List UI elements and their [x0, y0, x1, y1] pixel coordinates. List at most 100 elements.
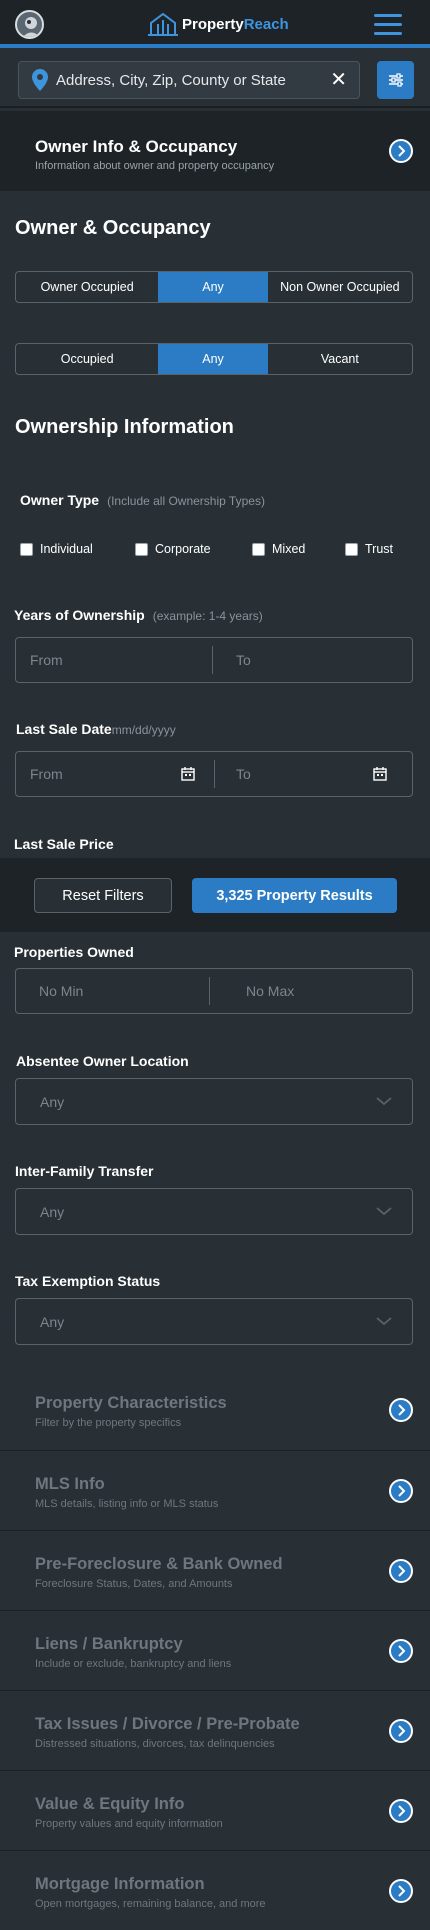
section-pre-foreclosure[interactable]: Pre-Foreclosure & Bank Owned Foreclosure…: [0, 1530, 430, 1610]
properties-max-input[interactable]: No Max: [246, 983, 294, 999]
checkbox-trust[interactable]: Trust: [345, 542, 393, 556]
checkbox-mixed[interactable]: Mixed: [252, 542, 305, 556]
clear-icon[interactable]: ✕: [330, 69, 347, 91]
chevron-right-icon[interactable]: [389, 1559, 413, 1583]
range-divider: [214, 760, 215, 788]
section-subtitle: Filter by the property specifics: [35, 1417, 182, 1429]
range-divider: [209, 977, 210, 1005]
calendar-icon[interactable]: [181, 767, 195, 781]
section-property-characteristics[interactable]: Property Characteristics Filter by the p…: [0, 1370, 430, 1450]
segment-vacant[interactable]: Vacant: [268, 344, 412, 374]
chevron-right-icon[interactable]: [389, 139, 413, 163]
tax-exemption-select[interactable]: Any: [15, 1298, 413, 1345]
reset-filters-button[interactable]: Reset Filters: [34, 878, 172, 913]
properties-owned-label: Properties Owned: [14, 944, 134, 960]
logo-text-property: Property: [182, 15, 244, 33]
calendar-icon[interactable]: [373, 767, 387, 781]
chevron-right-icon[interactable]: [389, 1719, 413, 1743]
logo-text: PropertyReach: [182, 16, 289, 33]
section-mls-info[interactable]: MLS Info MLS details, listing info or ML…: [0, 1450, 430, 1530]
search-bar-area: ✕: [0, 52, 430, 108]
checkbox-label: Mixed: [272, 542, 306, 556]
owner-type-checkboxes: Individual Corporate Mixed Trust: [20, 542, 420, 560]
select-value: Any: [40, 1314, 65, 1330]
last-sale-date-hint: mm/dd/yyyy: [111, 723, 176, 737]
absentee-owner-select[interactable]: Any: [15, 1078, 413, 1125]
checkbox-box[interactable]: [252, 542, 265, 556]
logo-text-reach: Reach: [243, 15, 289, 33]
checkbox-box[interactable]: [345, 542, 358, 556]
logo-house-icon: [148, 12, 178, 36]
top-bar: PropertyReach: [0, 0, 430, 48]
location-pin-icon: [32, 69, 48, 91]
chevron-down-icon: [376, 1207, 392, 1216]
menu-icon[interactable]: [374, 14, 402, 36]
owner-type-label: Owner Type (Include all Ownership Types): [20, 492, 265, 508]
property-results-button[interactable]: 3,325 Property Results: [192, 878, 397, 913]
section-value-equity[interactable]: Value & Equity Info Property values and …: [0, 1770, 430, 1850]
filter-settings-button[interactable]: [377, 61, 414, 99]
chevron-right-icon[interactable]: [389, 1879, 413, 1903]
tax-exemption-label: Tax Exemption Status: [15, 1273, 161, 1289]
section-subtitle: Foreclosure Status, Dates, and Amounts: [35, 1578, 233, 1590]
last-sale-date-label: Last Sale Datemm/dd/yyyy: [16, 721, 176, 737]
logo[interactable]: PropertyReach: [148, 11, 289, 37]
last-sale-price-label: Last Sale Price: [14, 836, 114, 852]
last-sale-date-label-text: Last Sale Date: [16, 721, 112, 737]
segment-occupied-any[interactable]: Any: [158, 344, 268, 374]
segment-non-owner-occupied[interactable]: Non Owner Occupied: [268, 272, 412, 302]
section-title: Mortgage Information: [35, 1875, 205, 1893]
years-to-input[interactable]: To: [236, 652, 251, 668]
ownership-info-heading: Ownership Information: [15, 416, 234, 438]
chevron-right-icon[interactable]: [389, 1398, 413, 1422]
checkbox-box[interactable]: [20, 542, 33, 556]
chevron-down-icon: [376, 1097, 392, 1106]
segment-occupied[interactable]: Occupied: [16, 344, 158, 374]
section-title: Property Characteristics: [35, 1394, 227, 1412]
section-mortgage-info[interactable]: Mortgage Information Open mortgages, rem…: [0, 1850, 430, 1930]
chevron-right-icon[interactable]: [389, 1799, 413, 1823]
results-action-bar: Reset Filters 3,325 Property Results: [0, 858, 430, 932]
section-title: Owner Info & Occupancy: [35, 137, 238, 156]
sale-date-to-input[interactable]: To: [236, 766, 251, 782]
owner-type-hint: (Include all Ownership Types): [107, 494, 265, 508]
section-title: MLS Info: [35, 1475, 105, 1493]
section-title: Liens / Bankruptcy: [35, 1635, 183, 1653]
years-ownership-label-text: Years of Ownership: [14, 607, 145, 623]
section-title: Value & Equity Info: [35, 1795, 185, 1813]
chevron-right-icon[interactable]: [389, 1479, 413, 1503]
checkbox-individual[interactable]: Individual: [20, 542, 93, 556]
section-subtitle: Information about owner and property occ…: [35, 160, 275, 172]
segment-owner-any[interactable]: Any: [158, 272, 268, 302]
chevron-down-icon: [376, 1317, 392, 1326]
inter-family-select[interactable]: Any: [15, 1188, 413, 1235]
sale-date-from-input[interactable]: From: [30, 766, 63, 782]
occupancy-toggle: Occupied Any Vacant: [15, 343, 413, 375]
section-title: Tax Issues / Divorce / Pre-Probate: [35, 1715, 300, 1733]
years-from-input[interactable]: From: [30, 652, 63, 668]
owner-occupied-toggle: Owner Occupied Any Non Owner Occupied: [15, 271, 413, 303]
section-owner-info[interactable]: Owner Info & Occupancy Information about…: [0, 111, 430, 191]
section-title: Pre-Foreclosure & Bank Owned: [35, 1555, 283, 1573]
owner-occupancy-heading: Owner & Occupancy: [15, 217, 211, 239]
owner-type-label-text: Owner Type: [20, 492, 100, 508]
properties-min-input[interactable]: No Min: [39, 983, 83, 999]
avatar[interactable]: [15, 10, 44, 39]
search-input[interactable]: [56, 71, 326, 89]
section-liens-bankruptcy[interactable]: Liens / Bankruptcy Include or exclude, b…: [0, 1610, 430, 1690]
section-subtitle: Property values and equity information: [35, 1818, 223, 1830]
segment-owner-occupied[interactable]: Owner Occupied: [16, 272, 158, 302]
range-divider: [212, 646, 213, 674]
checkbox-label: Individual: [40, 542, 93, 556]
section-subtitle: Distressed situations, divorces, tax del…: [35, 1738, 275, 1750]
years-ownership-label: Years of Ownership (example: 1-4 years): [14, 607, 263, 623]
checkbox-corporate[interactable]: Corporate: [135, 542, 211, 556]
section-tax-issues[interactable]: Tax Issues / Divorce / Pre-Probate Distr…: [0, 1690, 430, 1770]
last-sale-date-range: From To: [15, 751, 413, 797]
years-ownership-hint: (example: 1-4 years): [152, 609, 263, 623]
checkbox-box[interactable]: [135, 542, 148, 556]
checkbox-label: Trust: [365, 542, 394, 556]
inter-family-label: Inter-Family Transfer: [15, 1163, 154, 1179]
sliders-icon: [388, 73, 403, 87]
chevron-right-icon[interactable]: [389, 1639, 413, 1663]
